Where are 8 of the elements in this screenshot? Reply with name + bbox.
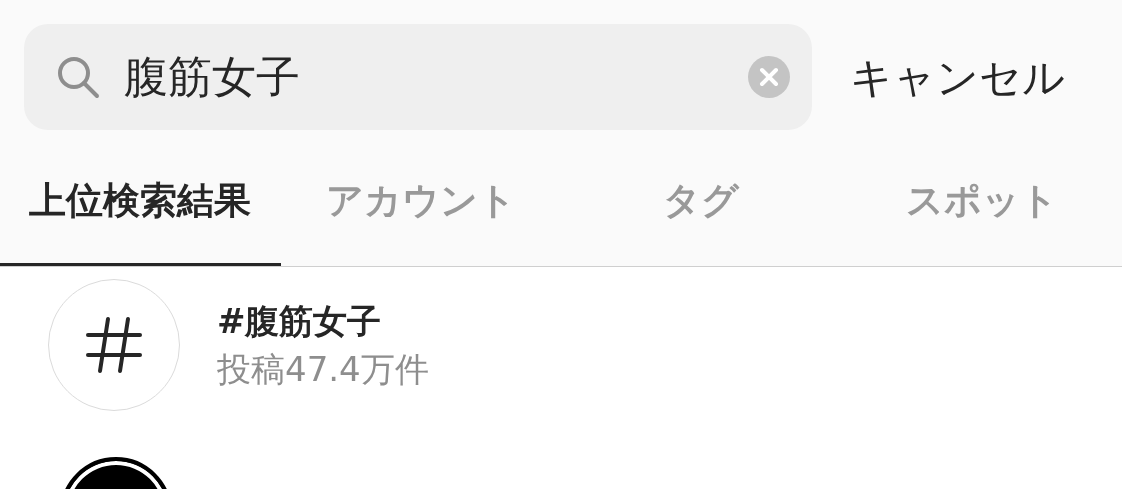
cancel-button[interactable]: キャンセル (850, 45, 1065, 109)
search-icon (56, 55, 100, 99)
result-title: #腹筋女子 (217, 300, 383, 343)
search-field[interactable]: 腹筋女子 (124, 44, 724, 110)
tab[interactable]: 上位検索結果 (0, 166, 281, 266)
clear-icon[interactable] (748, 56, 790, 98)
search-bar[interactable]: 腹筋女子 (24, 24, 812, 130)
post-count: 投稿47.4万件 (217, 348, 429, 391)
